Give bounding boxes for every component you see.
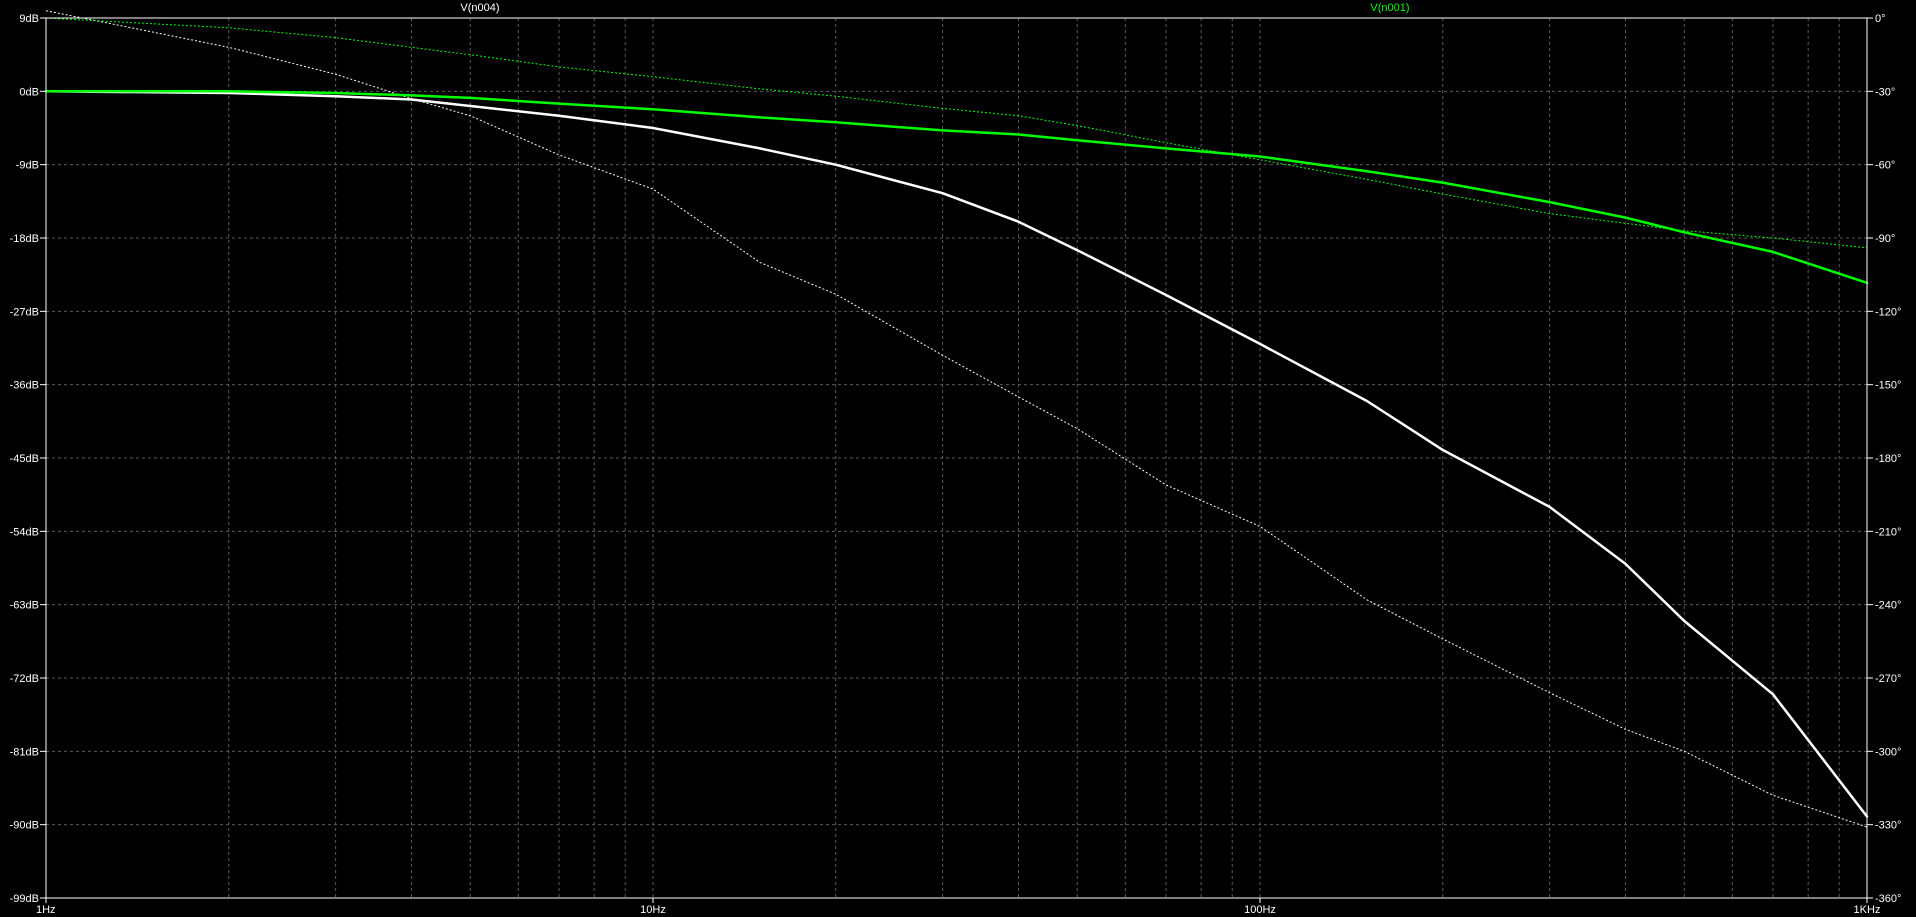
left-axis-tick-label: -18dB — [10, 233, 39, 245]
right-axis-tick-label: -120° — [1875, 306, 1901, 318]
right-axis-tick-label: -60° — [1875, 160, 1895, 172]
right-axis-tick-label: -30° — [1875, 86, 1895, 98]
right-axis-tick-label: -180° — [1875, 453, 1901, 465]
x-axis-tick-label: 10Hz — [640, 904, 666, 916]
right-axis-tick-label: -270° — [1875, 673, 1901, 685]
left-axis-tick-label: -45dB — [10, 453, 39, 465]
left-axis-tick-label: -9dB — [16, 160, 39, 172]
right-axis-tick-label: -90° — [1875, 233, 1895, 245]
right-axis-tick-label: -210° — [1875, 526, 1901, 538]
left-axis-tick-label: 9dB — [19, 13, 39, 25]
x-axis-tick-label: 1KHz — [1854, 904, 1881, 916]
left-axis-tick-label: -36dB — [10, 380, 39, 392]
trace-label-vn001[interactable]: V(n001) — [1370, 2, 1409, 14]
left-axis-tick-label: -99dB — [10, 893, 39, 905]
x-axis-tick-label: 100Hz — [1244, 904, 1276, 916]
bode-plot: 9dB 0dB -9dB -18dB -27dB -36dB -45dB -54dB -63dB… — [0, 0, 1916, 917]
left-axis-tick-label: -72dB — [10, 673, 39, 685]
left-axis-tick-label: -54dB — [10, 526, 39, 538]
right-axis-tick-label: -240° — [1875, 600, 1901, 612]
right-axis-tick-label: -150° — [1875, 380, 1901, 392]
left-axis-tick-label: -63dB — [10, 600, 39, 612]
x-axis-tick-label: 1Hz — [36, 904, 56, 916]
left-axis-tick-label: -81dB — [10, 746, 39, 758]
right-axis-tick-label: -330° — [1875, 820, 1901, 832]
trace-label-vn004[interactable]: V(n004) — [460, 2, 499, 14]
left-axis-tick-label: 0dB — [19, 86, 39, 98]
right-axis-tick-label: 0° — [1875, 13, 1886, 25]
left-axis-tick-label: -90dB — [10, 820, 39, 832]
right-axis-tick-label: -300° — [1875, 746, 1901, 758]
left-axis-tick-label: -27dB — [10, 306, 39, 318]
